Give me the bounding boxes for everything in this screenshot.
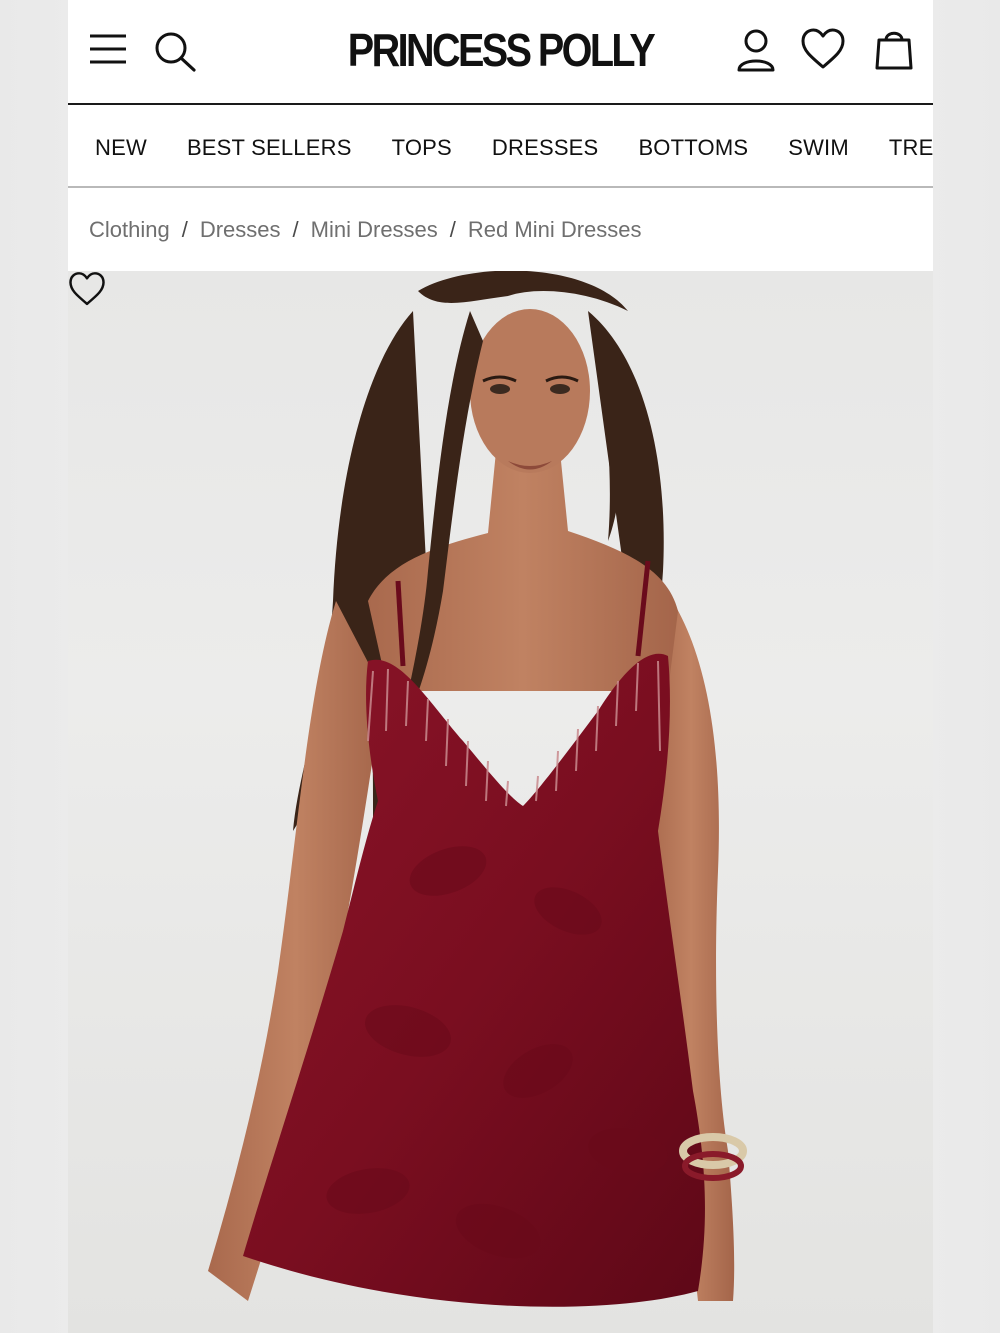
breadcrumb-separator: /	[292, 217, 299, 242]
shopping-bag-icon[interactable]	[873, 27, 915, 71]
nav-item-dresses[interactable]: DRESSES	[492, 135, 599, 161]
user-icon[interactable]	[736, 28, 776, 72]
heart-outline-icon[interactable]	[68, 271, 106, 307]
nav-item-trending[interactable]: TREI	[889, 135, 933, 161]
heart-icon[interactable]	[800, 28, 846, 70]
model-in-red-mini-dress-illustration	[208, 271, 747, 1307]
nav-item-new[interactable]: NEW	[95, 135, 147, 161]
hamburger-menu-icon[interactable]	[88, 32, 128, 66]
product-image[interactable]	[68, 271, 933, 1333]
breadcrumb-item-mini-dresses[interactable]: Mini Dresses	[311, 217, 438, 243]
nav-item-best-sellers[interactable]: BEST SELLERS	[187, 135, 352, 161]
breadcrumb-separator: /	[449, 217, 456, 242]
nav-item-tops[interactable]: TOPS	[392, 135, 452, 161]
breadcrumb-item-dresses[interactable]: Dresses	[200, 217, 281, 243]
breadcrumb: Clothing / Dresses / Mini Dresses / Red …	[89, 188, 642, 272]
category-nav: NEW BEST SELLERS TOPS DRESSES BOTTOMS SW…	[68, 107, 933, 188]
breadcrumb-separator: /	[181, 217, 188, 242]
breadcrumb-item-clothing[interactable]: Clothing	[89, 217, 170, 243]
breadcrumb-item-red-mini-dresses[interactable]: Red Mini Dresses	[468, 217, 642, 243]
nav-item-swim[interactable]: SWIM	[788, 135, 849, 161]
product-page: PRINCESS POLLY NEW BEST SELLERS TOPS DRE…	[68, 0, 933, 1333]
site-header: PRINCESS POLLY	[68, 0, 933, 105]
nav-item-bottoms[interactable]: BOTTOMS	[638, 135, 748, 161]
